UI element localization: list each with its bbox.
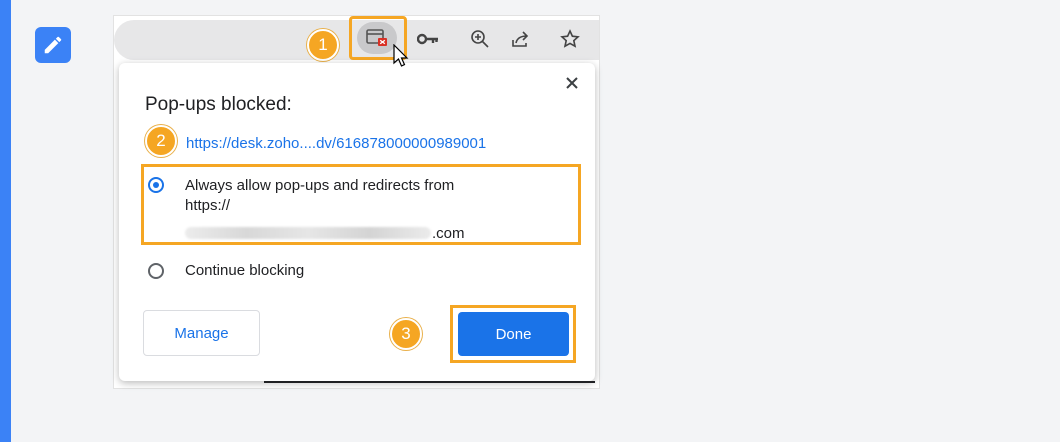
always-allow-label-line2: https://	[185, 197, 231, 214]
note-accent-bar	[0, 0, 11, 442]
continue-blocking-radio[interactable]	[148, 263, 164, 279]
done-button[interactable]: Done	[458, 312, 569, 356]
key-icon[interactable]	[414, 24, 442, 54]
mouse-cursor-icon	[393, 43, 409, 73]
continue-blocking-label: Continue blocking	[185, 262, 305, 279]
close-icon[interactable]	[561, 72, 583, 94]
share-icon[interactable]	[506, 24, 534, 54]
zoom-icon[interactable]	[466, 24, 494, 54]
step2-badge: 2	[145, 125, 177, 157]
dialog-title: Pop-ups blocked:	[145, 94, 292, 115]
blocked-popup-link[interactable]: https://desk.zoho....dv/6168780000009890…	[186, 135, 486, 152]
step1-badge: 1	[307, 29, 339, 61]
always-allow-label-line1: Always allow pop-ups and redirects from	[185, 177, 455, 194]
star-icon[interactable]	[556, 24, 584, 54]
redacted-domain	[185, 227, 431, 239]
always-allow-radio[interactable]	[148, 177, 164, 193]
always-allow-label-line3: .com	[432, 225, 465, 242]
step3-badge: 3	[390, 318, 422, 350]
background-edge	[264, 381, 595, 383]
manage-button[interactable]: Manage	[143, 310, 260, 356]
edit-note-icon	[35, 27, 71, 63]
